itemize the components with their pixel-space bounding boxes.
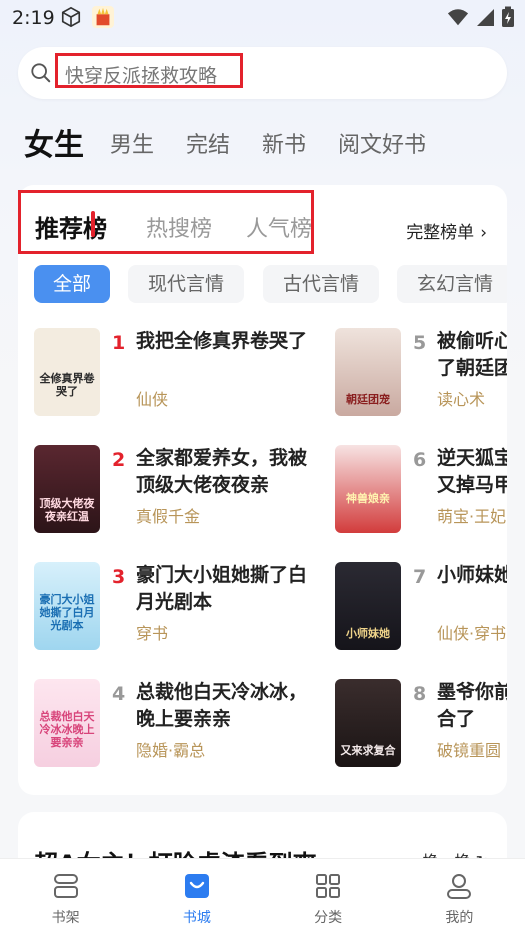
category-filters: 全部 现代言情 古代言情 玄幻言情 [34, 265, 507, 305]
app-notification-icon [92, 6, 114, 28]
tab-yuewen-picks[interactable]: 阅文好书 [338, 126, 426, 166]
nav-profile[interactable]: 我的 [394, 859, 525, 933]
filter-modern-romance[interactable]: 现代言情 [128, 265, 244, 303]
rank-number: 7 [413, 566, 427, 588]
tab-popularity-rank[interactable]: 人气榜 [246, 211, 312, 243]
full-list-label: 完整榜单 [406, 223, 475, 243]
book-title: 全家都爱养女，我被顶级大佬夜夜亲 [136, 447, 308, 496]
book-cover: 又来求复合 [335, 679, 401, 767]
cube-icon [61, 6, 81, 28]
rank-number: 6 [413, 449, 427, 471]
nav-bookstore[interactable]: 书城 [131, 859, 262, 933]
nav-label: 书架 [51, 910, 80, 926]
tab-female[interactable]: 女生 [24, 126, 84, 166]
status-indicators [447, 6, 515, 28]
rank-number: 2 [112, 449, 126, 471]
cover-title: 全修真界卷哭了 [39, 372, 95, 398]
book-title: 总裁他白天冷冰冰，晚上要亲亲 [136, 681, 308, 730]
book-tag: 穿书 [136, 624, 169, 643]
search-input[interactable]: 快穿反派拯救攻略 [65, 61, 217, 88]
book-tag: 破镜重圆 [437, 741, 502, 760]
book-tag: 读心术 [437, 390, 486, 409]
book-tag: 仙侠 [136, 390, 169, 409]
book-tag: 隐婚·霸总 [136, 741, 206, 760]
book-title: 豪门大小姐她撕了白月光剧本 [136, 564, 308, 613]
book-item[interactable]: 豪门大小姐她撕了白月光剧本 3 豪门大小姐她撕了白月光剧本 穿书 [34, 562, 334, 654]
book-item[interactable]: 顶级大佬夜夜亲红温 2 全家都爱养女，我被顶级大佬夜夜亲 真假千金 [34, 445, 334, 537]
tab-hot-search-rank[interactable]: 热搜榜 [146, 211, 212, 243]
user-icon [447, 874, 472, 899]
book-item[interactable]: 又来求复合 8 墨爷你前妻又来求复合了 破镜重圆 [335, 679, 507, 771]
rank-number: 5 [413, 332, 427, 354]
book-cover: 顶级大佬夜夜亲红温 [34, 445, 100, 533]
cover-title: 小师妹她 [346, 627, 390, 640]
status-time: 2:19 [12, 7, 55, 29]
book-cover: 总裁他白天冷冰冰晚上要亲亲 [34, 679, 100, 767]
book-item[interactable]: 小师妹她 7 小师妹她又在搞事 仙侠·穿书 [335, 562, 507, 654]
signal-icon [477, 9, 494, 26]
rank-book-list: 全修真界卷哭了 1 我把全修真界卷哭了 仙侠 顶级大佬夜夜亲红温 2 全家都爱养… [18, 325, 507, 795]
bookshelf-icon [53, 874, 78, 898]
book-title: 小师妹她又在搞事 [437, 564, 507, 586]
rank-number: 3 [112, 566, 126, 588]
book-cover: 小师妹她 [335, 562, 401, 650]
tab-new-books[interactable]: 新书 [262, 126, 306, 166]
book-title: 我把全修真界卷哭了 [136, 330, 308, 352]
rank-number: 8 [413, 683, 427, 705]
book-title: 墨爷你前妻又来求复合了 [437, 681, 507, 730]
full-list-link[interactable]: 完整榜单 › [406, 218, 487, 243]
filter-fantasy-romance[interactable]: 玄幻言情 [397, 265, 507, 303]
book-tag: 真假千金 [136, 507, 201, 526]
nav-bookshelf[interactable]: 书架 [0, 859, 131, 933]
tab-completed[interactable]: 完结 [186, 126, 230, 166]
book-tag: 仙侠·穿书 [437, 624, 507, 643]
status-bar: 2:19 [0, 0, 525, 36]
cover-title: 神兽娘亲 [346, 492, 390, 505]
rank-card: 推荐榜 热搜榜 人气榜 完整榜单 › 全部 现代言情 古代言情 玄幻言情 全修真界… [18, 185, 507, 795]
book-item[interactable]: 神兽娘亲 6 逆天狐宝：神兽娘亲又掉马甲了 萌宝·王妃 [335, 445, 507, 537]
bookstore-bag-icon [184, 874, 209, 898]
grid-icon [316, 874, 341, 898]
wifi-icon [447, 9, 469, 26]
nav-label: 我的 [445, 910, 474, 926]
book-item[interactable]: 总裁他白天冷冰冰晚上要亲亲 4 总裁他白天冷冰冰，晚上要亲亲 隐婚·霸总 [34, 679, 334, 771]
cover-title: 豪门大小姐她撕了白月光剧本 [39, 593, 95, 632]
tab-recommend-rank[interactable]: 推荐榜 [35, 209, 107, 244]
search-icon [31, 63, 51, 83]
book-cover: 神兽娘亲 [335, 445, 401, 533]
nav-categories[interactable]: 分类 [263, 859, 394, 933]
cover-title: 朝廷团宠 [346, 393, 390, 406]
cover-title: 总裁他白天冷冰冰晚上要亲亲 [39, 710, 95, 749]
search-bar[interactable]: 快穿反派拯救攻略 [18, 47, 507, 99]
filter-ancient-romance[interactable]: 古代言情 [263, 265, 379, 303]
battery-icon [502, 6, 514, 27]
rank-number: 4 [112, 683, 126, 705]
nav-label: 书城 [182, 910, 211, 926]
book-cover: 朝廷团宠 [335, 328, 401, 416]
tab-recommend-rank-label: 推荐榜 [35, 215, 107, 243]
book-tag: 萌宝·王妃 [437, 507, 507, 526]
book-item[interactable]: 全修真界卷哭了 1 我把全修真界卷哭了 仙侠 [34, 328, 334, 420]
book-item[interactable]: 朝廷团宠 5 被偷听心声后，我成了朝廷团宠 读心术 [335, 328, 507, 420]
rank-number: 1 [112, 332, 126, 354]
filter-all[interactable]: 全部 [34, 265, 110, 303]
book-cover: 全修真界卷哭了 [34, 328, 100, 416]
book-title: 逆天狐宝：神兽娘亲又掉马甲了 [437, 447, 507, 496]
channel-tabs: 女生 男生 完结 新书 阅文好书 [24, 120, 458, 166]
nav-label: 分类 [314, 910, 343, 926]
tab-male[interactable]: 男生 [110, 126, 154, 166]
book-title: 被偷听心声后，我成了朝廷团宠 [437, 330, 507, 379]
chevron-right-icon: › [480, 223, 487, 243]
active-tab-indicator [91, 211, 95, 237]
book-cover: 豪门大小姐她撕了白月光剧本 [34, 562, 100, 650]
bottom-nav: 书架 书城 分类 我的 [0, 858, 525, 933]
cover-title: 又来求复合 [340, 744, 396, 757]
cover-title: 顶级大佬夜夜亲红温 [39, 497, 95, 523]
